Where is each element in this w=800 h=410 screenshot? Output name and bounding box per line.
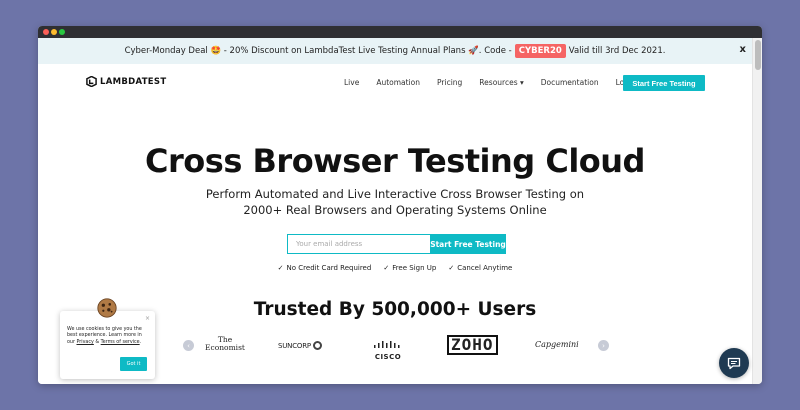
brand-logo-suncorp: SUNCORP: [278, 341, 322, 350]
nav-item-resources-label: Resources: [479, 78, 518, 87]
minimize-window-dot[interactable]: [51, 29, 57, 35]
top-navbar: LAMBDATEST Live Automation Pricing Resou…: [38, 64, 752, 102]
perk-label: No Credit Card Required: [286, 264, 372, 272]
perk-label: Free Sign Up: [392, 264, 437, 272]
hero-subtitle: Perform Automated and Live Interactive C…: [38, 186, 752, 218]
nav-item-pricing[interactable]: Pricing: [437, 78, 462, 87]
promo-code-badge: CYBER20: [514, 44, 566, 58]
hero-subtitle-line1: Perform Automated and Live Interactive C…: [205, 187, 585, 201]
check-icon: ✓: [448, 264, 455, 272]
close-window-dot[interactable]: [43, 29, 49, 35]
promo-text-before: Cyber-Monday Deal 🤩 - 20% Discount on La…: [124, 46, 512, 56]
brand-logo-cisco: CISCO: [373, 334, 403, 361]
brand-logo-capgemini: Capgemini: [535, 340, 579, 349]
cisco-bars-icon: [374, 341, 400, 348]
page-scrollbar[interactable]: [752, 38, 762, 384]
promo-close-button[interactable]: x: [740, 44, 746, 55]
check-icon: ✓: [277, 264, 284, 272]
perk-label: Cancel Anytime: [457, 264, 513, 272]
nav-item-documentation[interactable]: Documentation: [541, 78, 599, 87]
email-input[interactable]: [287, 234, 430, 254]
promo-banner: Cyber-Monday Deal 🤩 - 20% Discount on La…: [38, 38, 752, 64]
carousel-next-arrow-icon[interactable]: ›: [598, 340, 609, 351]
signup-form: Start Free Testing: [287, 234, 506, 254]
terms-link[interactable]: Terms of service: [101, 340, 140, 345]
maximize-window-dot[interactable]: [59, 29, 65, 35]
logo-text: LAMBDATEST: [100, 76, 167, 87]
window-titlebar: [38, 26, 762, 38]
cookie-close-button[interactable]: ×: [145, 315, 150, 322]
nav-item-resources[interactable]: Resources ▾: [479, 78, 523, 87]
perk-item: ✓ Cancel Anytime: [448, 264, 512, 272]
hero-subtitle-line2: 2000+ Real Browsers and Operating System…: [243, 203, 547, 217]
nav-item-live[interactable]: Live: [344, 78, 359, 87]
cookie-icon: [97, 298, 117, 318]
chevron-down-icon: ▾: [520, 78, 524, 87]
start-free-testing-button[interactable]: Start Free Testing: [623, 75, 705, 91]
lambdatest-logo[interactable]: LAMBDATEST: [86, 76, 166, 87]
cookie-message: We use cookies to give you the best expe…: [67, 327, 149, 346]
nav-menu: Live Automation Pricing Resources ▾ Docu…: [344, 78, 653, 87]
signup-button[interactable]: Start Free Testing: [430, 234, 506, 254]
chat-bubble-icon: [727, 357, 741, 369]
cookie-period: .: [139, 339, 142, 345]
suncorp-ring-icon: [312, 341, 322, 350]
perk-item: ✓ No Credit Card Required: [278, 264, 372, 272]
cisco-text: CISCO: [374, 353, 402, 361]
chat-widget-button[interactable]: [719, 348, 749, 378]
scrollbar-thumb[interactable]: [755, 40, 761, 70]
nav-item-automation[interactable]: Automation: [376, 78, 420, 87]
perk-item: ✓ Free Sign Up: [383, 264, 436, 272]
cookie-consent-popup: × We use cookies to give you the best ex…: [60, 298, 155, 379]
cookie-amp: &: [93, 339, 101, 345]
brand-logos-carousel: ‹ The Economist SUNCORP CISCO ZOHO Capge…: [183, 334, 611, 361]
brand-logo-economist: The Economist: [205, 335, 245, 352]
lambdatest-logo-icon: [86, 76, 97, 87]
perks-list: ✓ No Credit Card Required ✓ Free Sign Up ✓…: [38, 264, 752, 272]
suncorp-text: SUNCORP: [278, 342, 311, 350]
carousel-prev-arrow-icon[interactable]: ‹: [183, 340, 194, 351]
browser-window: Cyber-Monday Deal 🤩 - 20% Discount on La…: [38, 26, 762, 384]
hero-title: Cross Browser Testing Cloud: [145, 142, 645, 180]
check-icon: ✓: [383, 264, 390, 272]
promo-text-after: Valid till 3rd Dec 2021.: [568, 46, 666, 56]
brand-logo-zoho: ZOHO: [447, 335, 498, 355]
privacy-link[interactable]: Privacy: [76, 340, 93, 345]
cookie-got-it-button[interactable]: Got it: [120, 357, 147, 371]
